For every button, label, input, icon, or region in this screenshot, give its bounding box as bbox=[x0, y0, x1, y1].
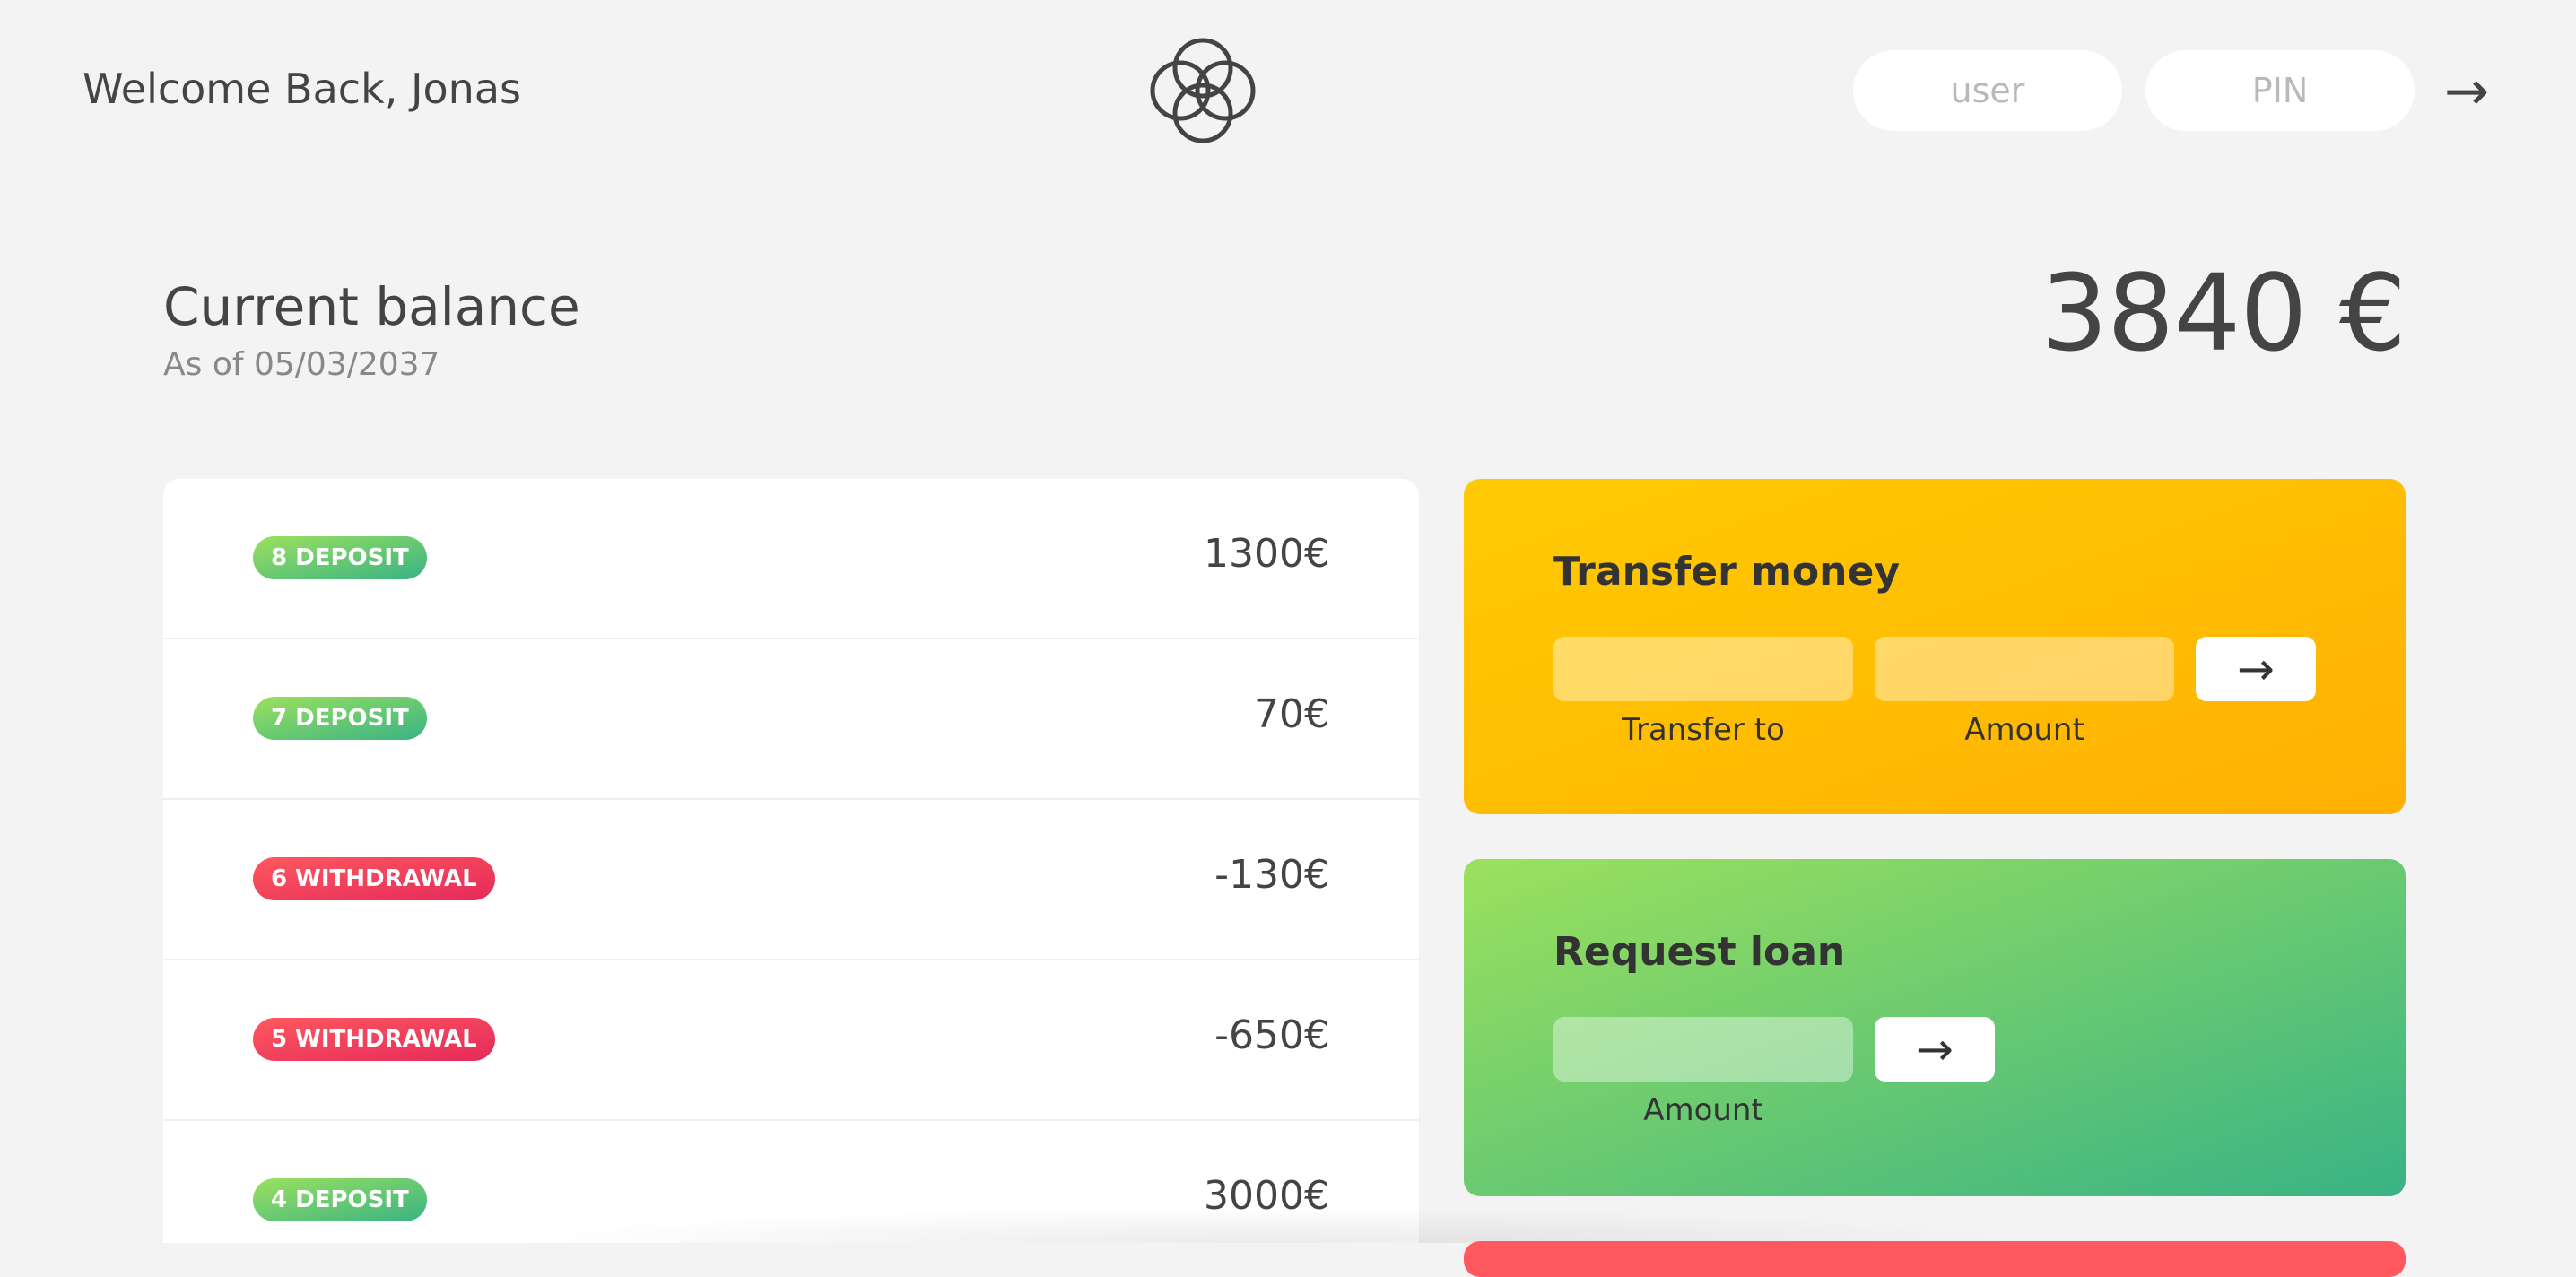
transfer-to-label: Transfer to bbox=[1622, 712, 1785, 748]
transfer-amount-label: Amount bbox=[1964, 712, 2084, 748]
loan-title: Request loan bbox=[1553, 929, 1846, 975]
movement-type-badge: 4 deposit bbox=[253, 1178, 427, 1221]
loan-amount-label: Amount bbox=[1643, 1092, 1763, 1128]
loan-submit-button[interactable]: → bbox=[1875, 1017, 1995, 1082]
balance-label: Current balance bbox=[163, 276, 580, 337]
balance-value: 3840 € bbox=[2041, 251, 2406, 375]
movement-type-badge: 8 deposit bbox=[253, 536, 427, 579]
login-user-input[interactable] bbox=[1853, 50, 2122, 131]
balance-date: As of 05/03/2037 bbox=[163, 346, 440, 383]
movement-value: 1300€ bbox=[1204, 531, 1329, 577]
loan-amount-input[interactable] bbox=[1553, 1017, 1853, 1082]
movement-value: -130€ bbox=[1214, 852, 1329, 898]
transfer-panel: Transfer money → Transfer to Amount bbox=[1464, 479, 2406, 814]
transfer-submit-button[interactable]: → bbox=[2196, 637, 2316, 701]
movement-value: -650€ bbox=[1214, 1012, 1329, 1058]
welcome-message: Welcome Back, Jonas bbox=[83, 65, 521, 113]
transfer-amount-input[interactable] bbox=[1875, 637, 2174, 701]
movement-type-badge: 6 withdrawal bbox=[253, 857, 495, 900]
movement-type-badge: 5 withdrawal bbox=[253, 1018, 495, 1061]
movement-row: 7 deposit 70€ bbox=[163, 639, 1419, 800]
movement-row: 4 deposit 3000€ bbox=[163, 1121, 1419, 1243]
transfer-title: Transfer money bbox=[1553, 549, 1901, 595]
loan-panel: Request loan → Amount bbox=[1464, 859, 2406, 1196]
movement-row: 6 withdrawal -130€ bbox=[163, 800, 1419, 960]
login-pin-input[interactable] bbox=[2145, 50, 2415, 131]
movements-list[interactable]: 8 deposit 1300€ 7 deposit 70€ 6 withdraw… bbox=[163, 479, 1419, 1243]
movement-value: 3000€ bbox=[1204, 1173, 1329, 1219]
movement-row: 8 deposit 1300€ bbox=[163, 479, 1419, 639]
movement-value: 70€ bbox=[1254, 691, 1329, 737]
movement-type-badge: 7 deposit bbox=[253, 697, 427, 740]
logo-icon bbox=[1150, 38, 1256, 143]
movement-row: 5 withdrawal -650€ bbox=[163, 960, 1419, 1121]
login-button[interactable]: → bbox=[2432, 56, 2501, 127]
close-account-panel bbox=[1464, 1241, 2406, 1277]
top-nav: Welcome Back, Jonas → bbox=[0, 0, 2576, 179]
transfer-to-input[interactable] bbox=[1553, 637, 1853, 701]
